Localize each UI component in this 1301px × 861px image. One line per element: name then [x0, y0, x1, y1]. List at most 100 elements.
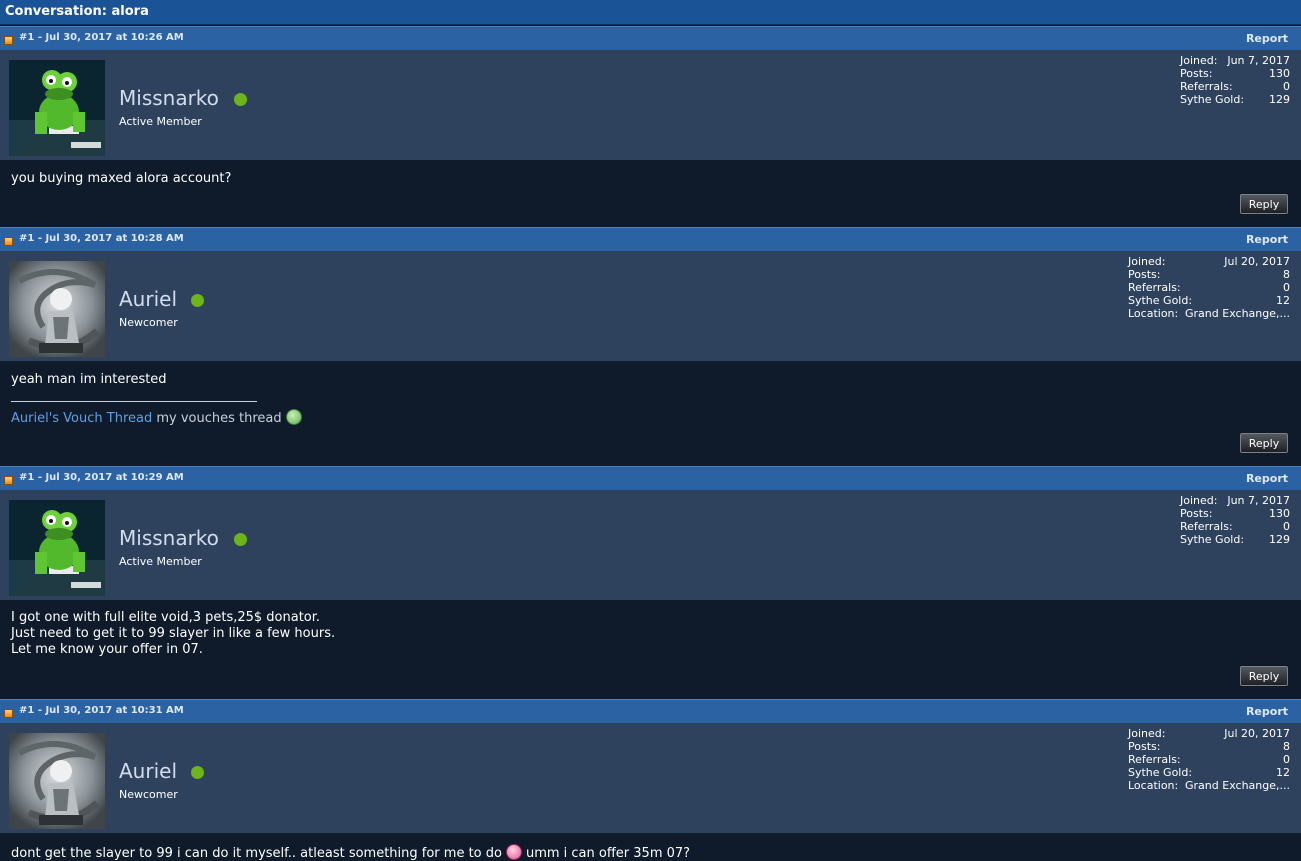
- user-panel: Auriel Newcomer Joined: Jul 20, 2017 Post…: [0, 251, 1301, 361]
- post-1: #1 - Jul 30, 2017 at 10:26 AM Report Mis…: [0, 26, 1301, 226]
- avatar[interactable]: [9, 733, 105, 829]
- stat-value: 12: [1276, 766, 1290, 779]
- post-2: #1 - Jul 30, 2017 at 10:28 AM Report Aur…: [0, 227, 1301, 465]
- user-panel: Missnarko Active Member Joined: Jun 7, 20…: [0, 490, 1301, 600]
- stat-posts: Posts: 8: [1128, 740, 1290, 753]
- post-icon: [4, 476, 13, 485]
- stat-label: Referrals:: [1128, 753, 1181, 766]
- user-title: Newcomer: [119, 316, 178, 329]
- stat-label: Location:: [1128, 307, 1179, 320]
- report-link[interactable]: Report: [1246, 233, 1288, 246]
- stat-label: Referrals:: [1180, 80, 1233, 93]
- stat-value: 0: [1283, 520, 1290, 533]
- user-stats: Joined: Jun 7, 2017 Posts: 130 Referrals: 0…: [1180, 494, 1290, 546]
- stat-value: Jun 7, 2017: [1227, 494, 1290, 507]
- online-status-icon: [234, 93, 247, 106]
- stat-value: 0: [1283, 281, 1290, 294]
- signature-text: my vouches thread: [156, 411, 282, 426]
- reply-button[interactable]: Reply: [1240, 666, 1288, 686]
- stat-value: 129: [1269, 93, 1290, 106]
- stat-label: Posts:: [1180, 67, 1213, 80]
- avatar[interactable]: [9, 500, 105, 596]
- username[interactable]: Missnarko: [119, 526, 219, 550]
- message-text: you buying maxed alora account?: [11, 171, 232, 186]
- stat-label: Joined:: [1128, 727, 1166, 740]
- post-icon: [4, 709, 13, 718]
- stat-joined: Joined: Jul 20, 2017: [1128, 727, 1290, 740]
- user-panel: Auriel Newcomer Joined: Jul 20, 2017 Post…: [0, 723, 1301, 833]
- username[interactable]: Auriel: [119, 759, 177, 783]
- reply-button[interactable]: Reply: [1240, 194, 1288, 214]
- stat-referrals: Referrals: 0: [1128, 753, 1290, 766]
- stat-label: Joined:: [1128, 255, 1166, 268]
- stat-sythe-gold: Sythe Gold: 12: [1128, 766, 1290, 779]
- online-status-icon: [191, 294, 204, 307]
- page-title: Conversation: alora: [0, 0, 1301, 25]
- avatar[interactable]: [9, 261, 105, 357]
- post-icon: [4, 36, 13, 45]
- stat-label: Posts:: [1128, 268, 1161, 281]
- post-permalink[interactable]: #1 - Jul 30, 2017 at 10:26 AM: [19, 32, 184, 43]
- stat-label: Sythe Gold:: [1128, 766, 1193, 779]
- message-text: yeah man im interested: [11, 372, 167, 387]
- message-text: dont get the slayer to 99 i can do it my…: [11, 844, 690, 861]
- user-title: Active Member: [119, 555, 202, 568]
- user-title: Active Member: [119, 115, 202, 128]
- username[interactable]: Missnarko: [119, 86, 219, 110]
- reply-button[interactable]: Reply: [1240, 433, 1288, 453]
- stat-label: Location:: [1128, 779, 1179, 792]
- stat-joined: Joined: Jun 7, 2017: [1180, 54, 1290, 67]
- stat-location: Location: Grand Exchange,...: [1128, 779, 1290, 792]
- post-body: yeah man im interested Auriel's Vouch Th…: [0, 361, 1301, 465]
- message-text-before: dont get the slayer to 99 i can do it my…: [11, 846, 502, 861]
- report-link[interactable]: Report: [1246, 32, 1288, 45]
- stat-sythe-gold: Sythe Gold: 129: [1180, 93, 1290, 106]
- avatar[interactable]: [9, 60, 105, 156]
- report-link[interactable]: Report: [1246, 472, 1288, 485]
- post-body: you buying maxed alora account? Reply: [0, 160, 1301, 226]
- username[interactable]: Auriel: [119, 287, 177, 311]
- post-4: #1 - Jul 30, 2017 at 10:31 AM Report Aur…: [0, 699, 1301, 861]
- stat-label: Posts:: [1180, 507, 1213, 520]
- stat-value: 8: [1283, 268, 1290, 281]
- post-body: I got one with full elite void,3 pets,25…: [0, 600, 1301, 699]
- stat-location: Location: Grand Exchange,...: [1128, 307, 1290, 320]
- stat-value: 12: [1276, 294, 1290, 307]
- stat-sythe-gold: Sythe Gold: 129: [1180, 533, 1290, 546]
- stat-posts: Posts: 130: [1180, 507, 1290, 520]
- stat-label: Posts:: [1128, 740, 1161, 753]
- stat-label: Referrals:: [1128, 281, 1181, 294]
- report-link[interactable]: Report: [1246, 705, 1288, 718]
- stat-sythe-gold: Sythe Gold: 12: [1128, 294, 1290, 307]
- stat-value: 0: [1283, 753, 1290, 766]
- stat-value: 130: [1269, 67, 1290, 80]
- signature-divider: [11, 401, 257, 402]
- stat-value: 129: [1269, 533, 1290, 546]
- stat-label: Sythe Gold:: [1128, 294, 1193, 307]
- stat-label: Joined:: [1180, 494, 1218, 507]
- post-header: #1 - Jul 30, 2017 at 10:28 AM Report: [0, 227, 1301, 251]
- online-status-icon: [234, 533, 247, 546]
- vouch-thread-link[interactable]: Auriel's Vouch Thread: [11, 411, 152, 426]
- post-permalink[interactable]: #1 - Jul 30, 2017 at 10:31 AM: [19, 705, 184, 716]
- message-text: I got one with full elite void,3 pets,25…: [11, 610, 321, 625]
- post-permalink[interactable]: #1 - Jul 30, 2017 at 10:28 AM: [19, 233, 184, 244]
- user-stats: Joined: Jun 7, 2017 Posts: 130 Referrals: 0…: [1180, 54, 1290, 106]
- stat-label: Joined:: [1180, 54, 1218, 67]
- stat-value: 130: [1269, 507, 1290, 520]
- message-text: Let me know your offer in 07.: [11, 642, 203, 657]
- stat-posts: Posts: 8: [1128, 268, 1290, 281]
- stat-value: Grand Exchange,...: [1185, 307, 1290, 320]
- stat-joined: Joined: Jun 7, 2017: [1180, 494, 1290, 507]
- post-header: #1 - Jul 30, 2017 at 10:26 AM Report: [0, 26, 1301, 50]
- post-header: #1 - Jul 30, 2017 at 10:31 AM Report: [0, 699, 1301, 723]
- user-stats: Joined: Jul 20, 2017 Posts: 8 Referrals: 0 …: [1128, 255, 1290, 320]
- stat-label: Referrals:: [1180, 520, 1233, 533]
- grin-smiley-icon: [285, 409, 302, 425]
- message-text: Just need to get it to 99 slayer in like…: [11, 626, 336, 641]
- post-permalink[interactable]: #1 - Jul 30, 2017 at 10:29 AM: [19, 472, 184, 483]
- online-status-icon: [191, 766, 204, 779]
- stat-value: Jul 20, 2017: [1224, 255, 1290, 268]
- stat-value: Grand Exchange,...: [1185, 779, 1290, 792]
- stat-label: Sythe Gold:: [1180, 93, 1245, 106]
